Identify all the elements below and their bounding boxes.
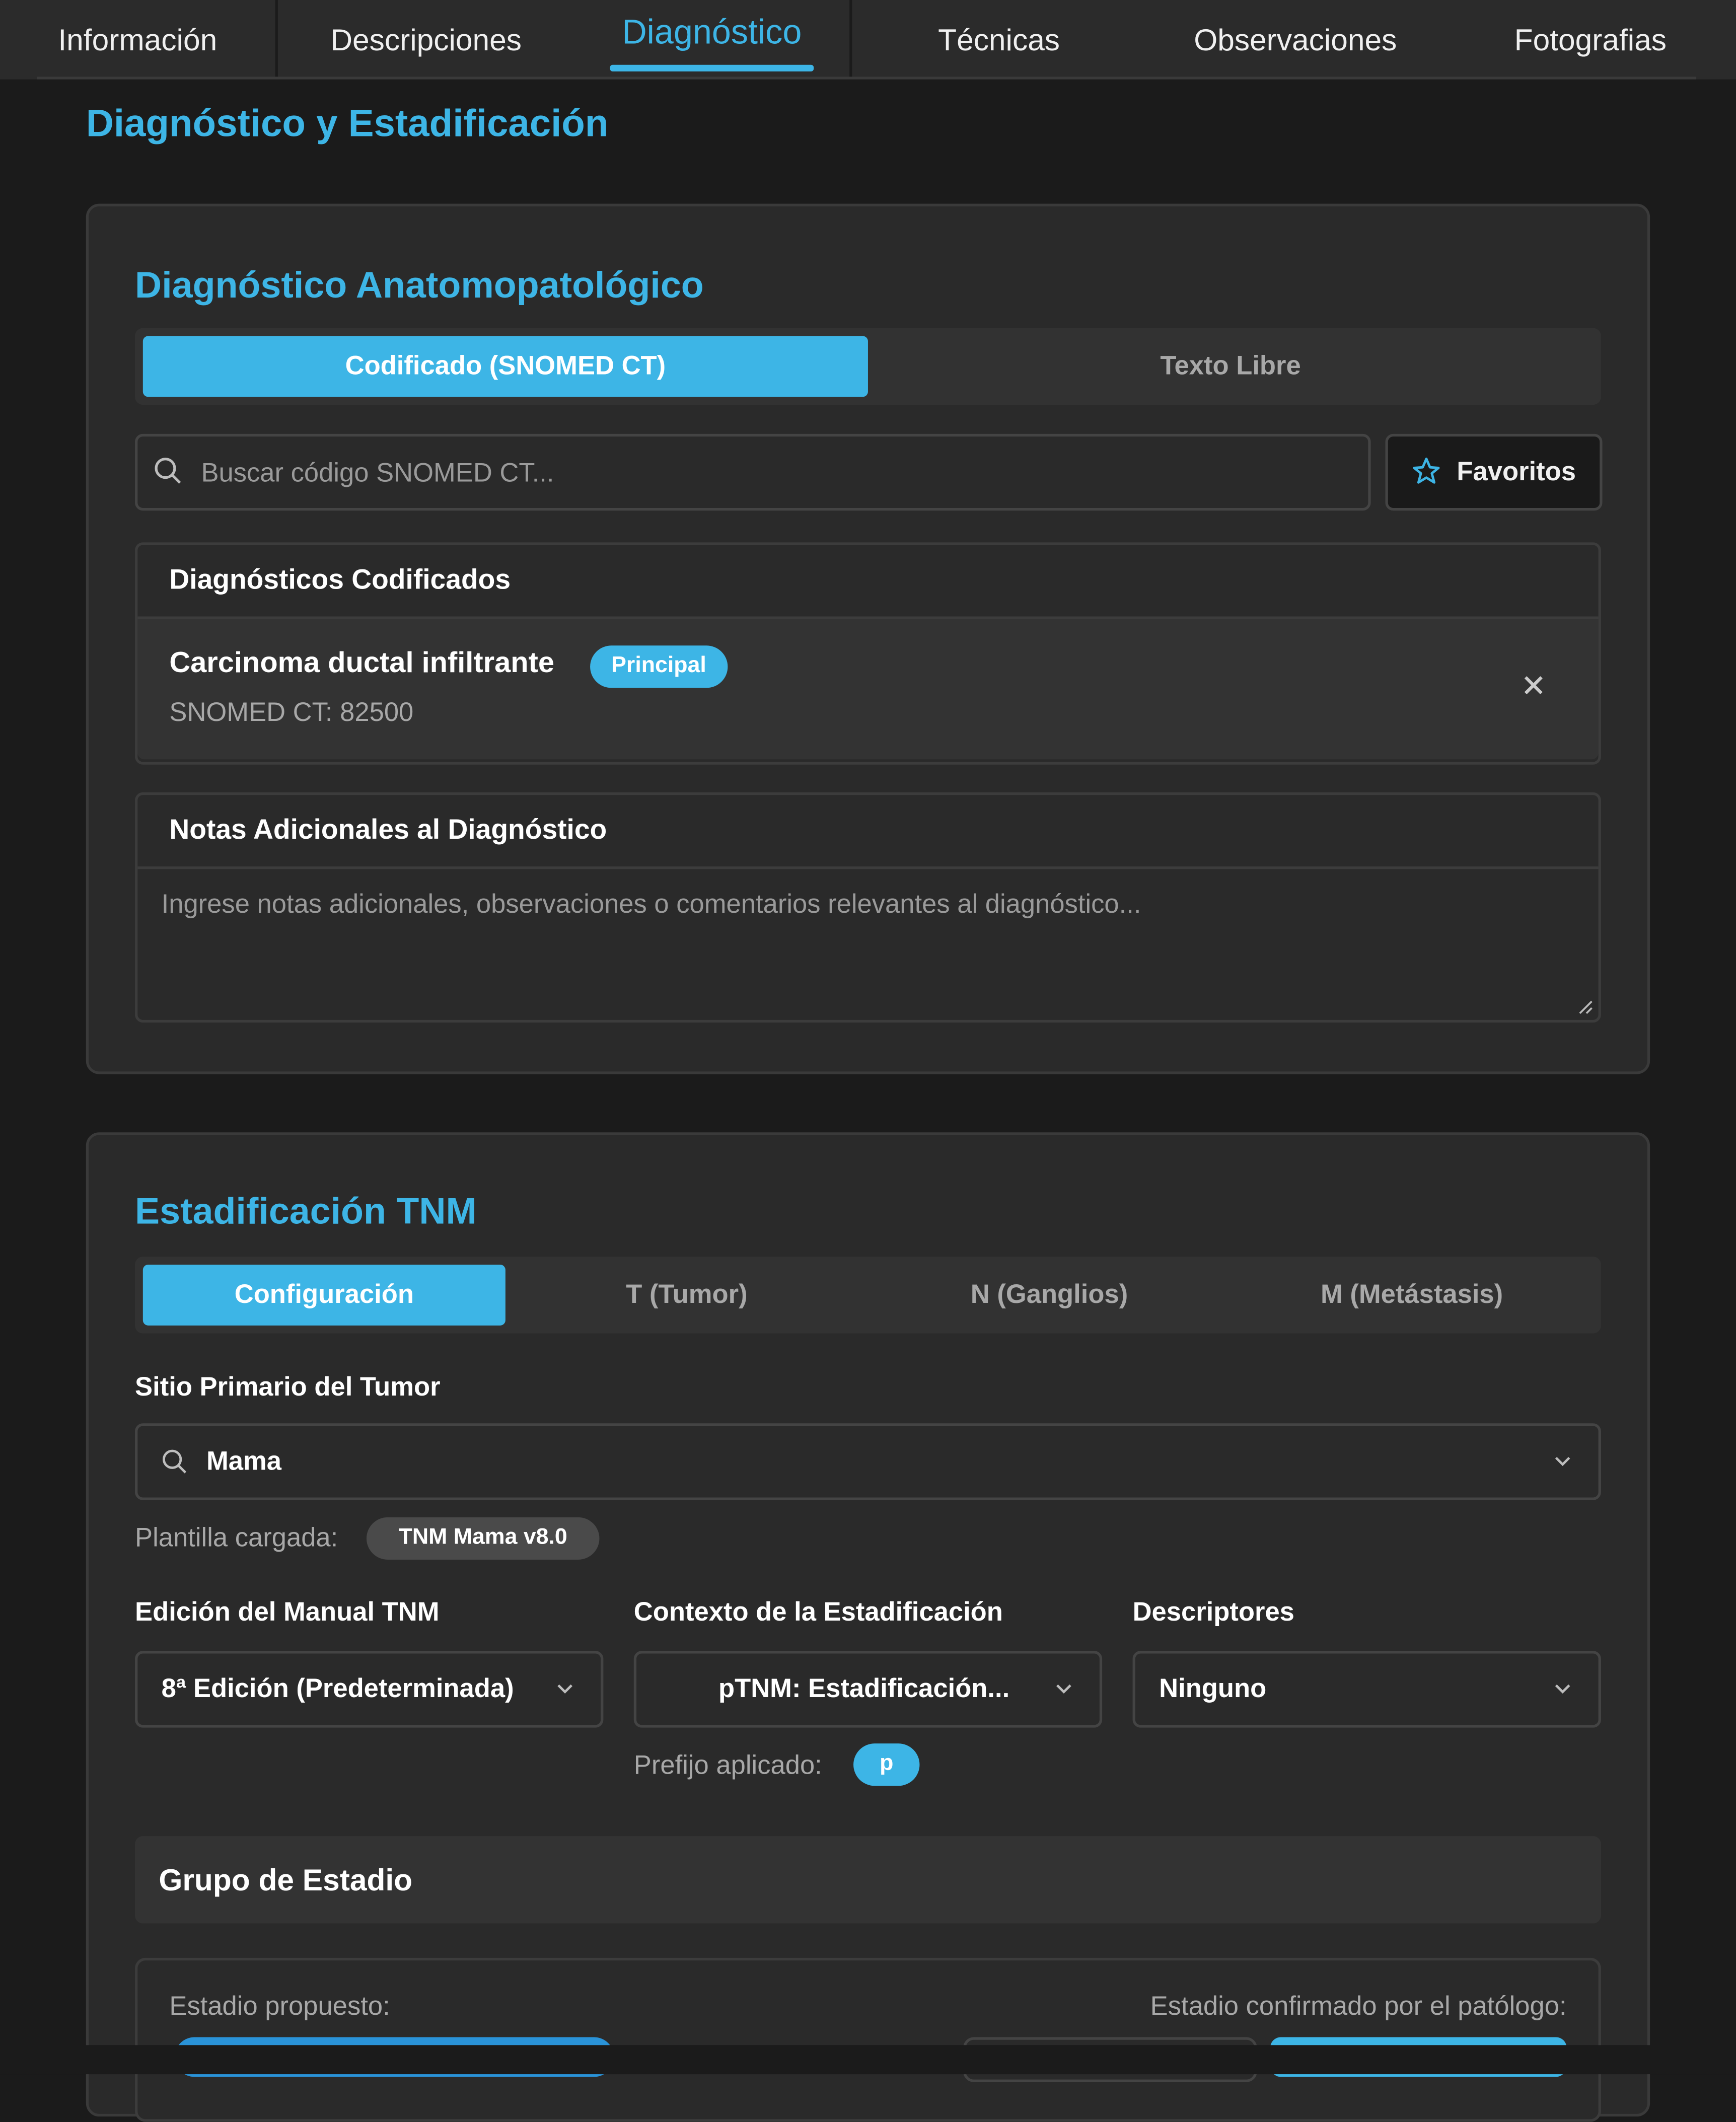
- primary-site-value: Mama: [206, 1447, 281, 1477]
- descriptors-value: Ninguno: [1159, 1674, 1267, 1704]
- edition-label: Edición del Manual TNM: [135, 1598, 440, 1627]
- edition-value: 8ª Edición (Predeterminada): [161, 1674, 514, 1704]
- diagnosis-code: SNOMED CT: 82500: [169, 698, 414, 728]
- diagnosis-mode-toggle: Codificado (SNOMED CT) Texto Libre: [135, 328, 1601, 405]
- context-value: pTNM: Estadificación...: [718, 1674, 1010, 1704]
- principal-badge: Principal: [590, 645, 728, 688]
- tab-fotografias[interactable]: Fotografias: [1456, 0, 1725, 77]
- proposed-stage-label: Estadio propuesto:: [169, 1992, 390, 2021]
- resize-grip-icon[interactable]: [1577, 999, 1594, 1015]
- context-label: Contexto de la Estadificación: [633, 1598, 1003, 1627]
- tnm-tabs: Configuración T (Tumor) N (Ganglios) M (…: [135, 1257, 1601, 1334]
- favorites-button[interactable]: Favoritos: [1385, 433, 1603, 511]
- stage-box: Estadio propuesto: Estadio confirmado po…: [135, 1957, 1601, 2122]
- search-icon: [154, 457, 183, 492]
- descriptors-select[interactable]: Ninguno: [1132, 1651, 1601, 1728]
- tab-label: Descripciones: [330, 22, 522, 57]
- tab-label: Observaciones: [1194, 22, 1397, 57]
- notes-textarea[interactable]: [137, 869, 1599, 1020]
- primary-site-select[interactable]: Mama: [135, 1423, 1601, 1500]
- search-icon: [162, 1448, 188, 1482]
- tab-label: Fotografias: [1514, 22, 1667, 57]
- tab-bar-divider: [37, 77, 1697, 80]
- tab-metastasis[interactable]: M (Metástasis): [1231, 1265, 1593, 1326]
- active-tab-indicator: [610, 64, 814, 71]
- diagnosis-card-title: Diagnóstico Anatomopatológico: [135, 264, 704, 306]
- tnm-card: Estadificación TNM Configuración T (Tumo…: [86, 1132, 1650, 2122]
- diagnosis-card: Diagnóstico Anatomopatológico Codificado…: [86, 203, 1650, 1074]
- remove-diagnosis-button[interactable]: [1522, 670, 1545, 707]
- template-badge: TNM Mama v8.0: [366, 1517, 600, 1560]
- chevron-down-icon: [1055, 1680, 1073, 1705]
- tab-tumor[interactable]: T (Tumor): [505, 1265, 868, 1326]
- tab-label: Diagnóstico: [622, 12, 802, 52]
- bottom-viewport-edge: [0, 2045, 1736, 2075]
- tnm-card-title: Estadificación TNM: [135, 1190, 477, 1232]
- tab-configuracion[interactable]: Configuración: [142, 1264, 505, 1326]
- top-tab-bar: Información Descripciones Diagnóstico Té…: [0, 0, 1736, 80]
- snomed-search-box: [135, 433, 1371, 511]
- prefix-badge: p: [853, 1743, 920, 1786]
- coded-diagnoses-title: Diagnósticos Codificados: [169, 564, 511, 596]
- prefix-label: Prefijo aplicado:: [633, 1751, 822, 1781]
- mode-coded-button[interactable]: Codificado (SNOMED CT): [142, 336, 868, 397]
- tab-descripciones[interactable]: Descripciones: [278, 0, 574, 77]
- stage-group-section: Grupo de Estadio: [135, 1836, 1601, 1924]
- tab-ganglios[interactable]: N (Ganglios): [868, 1265, 1231, 1326]
- tab-label: Técnicas: [938, 22, 1060, 57]
- tab-label: Información: [58, 22, 218, 57]
- list-item: Carcinoma ductal infiltrante Principal S…: [137, 619, 1599, 760]
- close-icon: [1524, 676, 1543, 695]
- edition-select[interactable]: 8ª Edición (Predeterminada): [135, 1651, 604, 1728]
- primary-site-label: Sitio Primario del Tumor: [135, 1373, 441, 1403]
- notes-header: Notas Adicionales al Diagnóstico: [137, 795, 1599, 869]
- page-title: Diagnóstico y Estadificación: [86, 103, 609, 146]
- coded-diagnoses-header: Diagnósticos Codificados: [137, 545, 1599, 619]
- additional-notes-panel: Notas Adicionales al Diagnóstico: [135, 792, 1601, 1023]
- tab-tecnicas[interactable]: Técnicas: [852, 0, 1145, 77]
- snomed-search-input[interactable]: [198, 436, 1342, 511]
- chevron-down-icon: [556, 1680, 574, 1705]
- chevron-down-icon: [1553, 1452, 1572, 1478]
- tab-diagnostico[interactable]: Diagnóstico: [588, 0, 836, 77]
- diagnosis-name: Carcinoma ductal infiltrante: [169, 645, 555, 679]
- confirmed-stage-label: Estadio confirmado por el patólogo:: [1150, 1992, 1567, 2021]
- template-label: Plantilla cargada:: [135, 1523, 338, 1553]
- chevron-down-icon: [1553, 1680, 1572, 1705]
- favorites-label: Favoritos: [1457, 458, 1576, 487]
- coded-diagnoses-panel: Diagnósticos Codificados Carcinoma ducta…: [135, 542, 1601, 765]
- star-icon: [1412, 457, 1441, 494]
- tab-informacion[interactable]: Información: [0, 0, 275, 77]
- context-select[interactable]: pTNM: Estadificación...: [633, 1651, 1103, 1728]
- descriptors-label: Descriptores: [1132, 1598, 1294, 1627]
- mode-free-text-button[interactable]: Texto Libre: [868, 336, 1593, 397]
- stage-group-title: Grupo de Estadio: [159, 1862, 413, 1897]
- tab-observaciones[interactable]: Observaciones: [1146, 0, 1445, 77]
- notes-title: Notas Adicionales al Diagnóstico: [169, 815, 607, 846]
